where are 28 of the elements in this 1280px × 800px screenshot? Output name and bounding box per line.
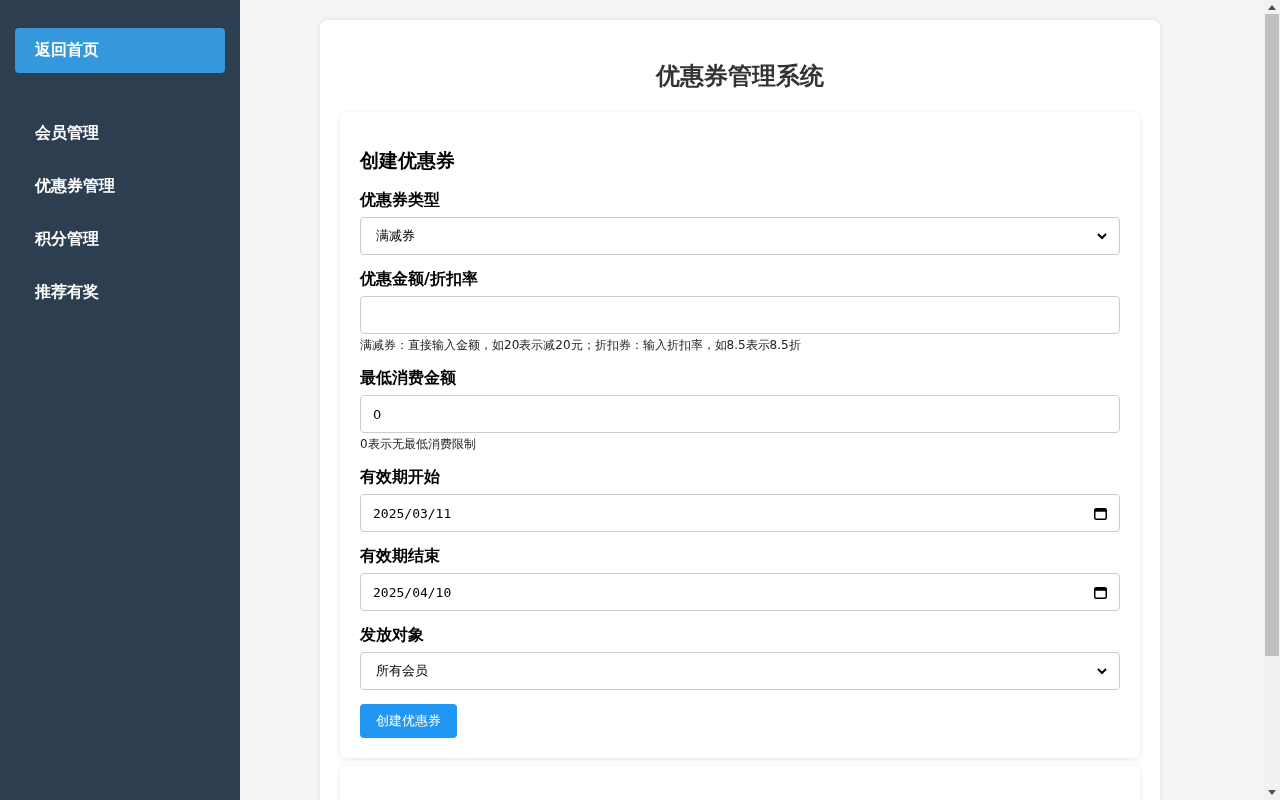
sidebar-item[interactable]: 会员管理 [15,111,225,156]
calendar-icon [1094,585,1107,599]
field-label: 最低消费金额 [360,368,457,389]
field-label: 发放对象 [360,625,425,646]
chevron-down-icon [1097,232,1107,240]
scroll-down-icon[interactable] [1268,790,1276,795]
field-hint: 满减券：直接输入金额，如20表示减20元；折扣券：输入折扣率，如8.5表示8.5折 [360,337,802,354]
chevron-down-icon [1097,667,1107,675]
field-label: 有效期开始 [360,467,441,488]
scroll-up-icon[interactable] [1268,5,1276,10]
form-title: 创建优惠券 [360,148,456,173]
field-label: 有效期结束 [360,546,441,567]
field-label: 优惠券类型 [360,190,441,211]
page-title: 优惠券管理系统 [654,61,825,92]
input-field[interactable]: 0 [360,395,1120,433]
scrollbar[interactable] [1264,0,1280,800]
select-field[interactable]: 满减券 [360,217,1120,255]
calendar-icon [1094,506,1107,520]
input-field[interactable] [360,296,1120,334]
sidebar-item[interactable]: 积分管理 [15,217,225,262]
sidebar-item[interactable]: 推荐有奖 [15,270,225,315]
field-hint: 0表示无最低消费限制 [360,436,477,453]
scrollbar-thumb[interactable] [1265,14,1279,656]
date-field[interactable]: 2025/04/10 [360,573,1120,611]
field-label: 优惠金额/折扣率 [360,269,479,290]
sidebar-item[interactable]: 优惠券管理 [15,164,225,209]
select-field[interactable]: 所有会员 [360,652,1120,690]
date-field[interactable]: 2025/03/11 [360,494,1120,532]
